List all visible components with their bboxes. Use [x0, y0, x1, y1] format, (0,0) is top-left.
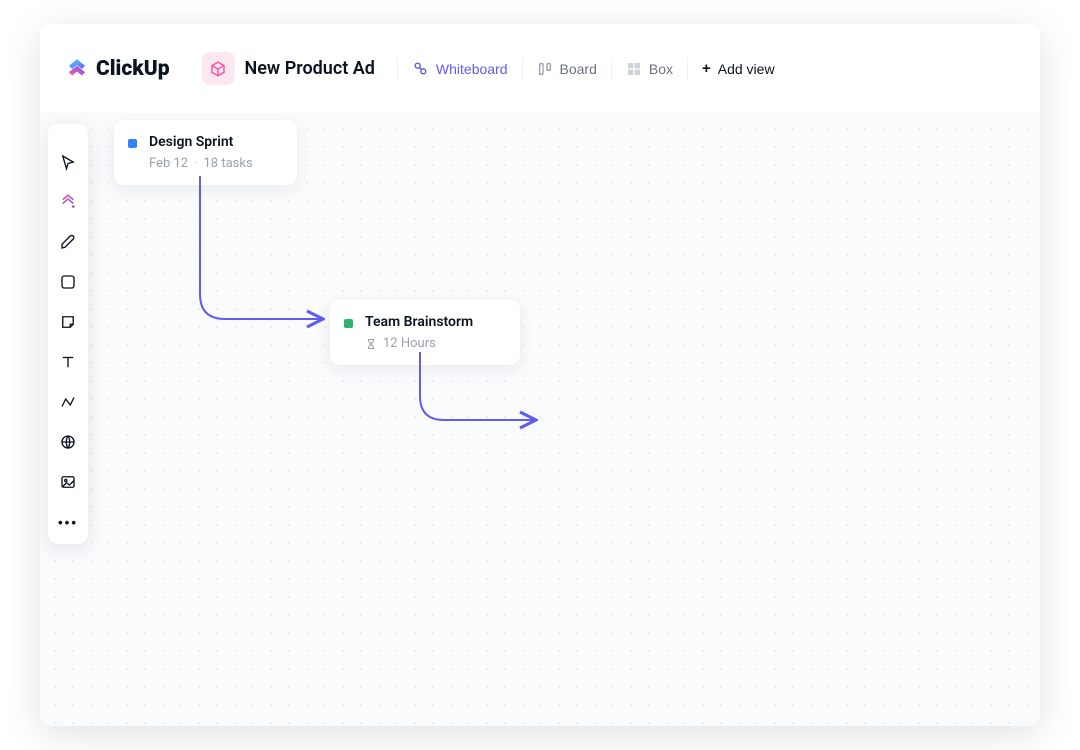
pen-icon: [59, 233, 77, 251]
connectors-layer: [40, 114, 1040, 726]
add-view-button[interactable]: + Add view: [696, 56, 781, 81]
box-icon: [626, 61, 642, 77]
note-tool[interactable]: [56, 310, 80, 334]
status-dot: [344, 319, 353, 328]
card-team-brainstorm[interactable]: Team Brainstorm 12 Hours: [330, 300, 520, 365]
header: ClickUp New Product Ad Whiteboard: [40, 24, 1040, 114]
tab-box[interactable]: Box: [620, 57, 679, 81]
clickup-add-icon: [59, 193, 77, 211]
tab-label: Whiteboard: [436, 61, 508, 77]
divider: [687, 58, 688, 80]
plus-icon: +: [702, 60, 711, 77]
text-icon: [59, 353, 77, 371]
divider: [397, 58, 398, 80]
card-design-sprint[interactable]: Design Sprint Feb 12 · 18 tasks: [114, 120, 297, 185]
divider: [522, 58, 523, 80]
card-title: Design Sprint: [149, 134, 253, 150]
web-tool[interactable]: [56, 430, 80, 454]
connector-1: [200, 176, 321, 319]
clickup-add-tool[interactable]: [56, 190, 80, 214]
card-title: Team Brainstorm: [365, 314, 473, 330]
status-dot: [128, 139, 137, 148]
connector-tool[interactable]: [56, 390, 80, 414]
more-tool[interactable]: •••: [56, 510, 80, 534]
tool-palette: •••: [48, 124, 88, 544]
tab-board[interactable]: Board: [531, 57, 603, 81]
globe-icon: [59, 433, 77, 451]
whiteboard-canvas[interactable]: Design Sprint Feb 12 · 18 tasks Team Bra…: [40, 114, 1040, 726]
more-icon: •••: [58, 515, 78, 530]
logo[interactable]: ClickUp: [64, 56, 170, 82]
image-icon: [59, 473, 77, 491]
board-icon: [537, 61, 553, 77]
logo-wordmark: ClickUp: [96, 57, 170, 81]
view-tabs: Whiteboard Board Box: [389, 56, 781, 81]
divider: [611, 58, 612, 80]
pen-tool[interactable]: [56, 230, 80, 254]
square-icon: [59, 273, 77, 291]
clickup-logo-icon: [64, 56, 90, 82]
page-title: New Product Ad: [245, 58, 375, 79]
card-tasks: 18 tasks: [204, 156, 253, 171]
whiteboard-icon: [412, 60, 429, 77]
shape-tool[interactable]: [56, 270, 80, 294]
tab-label: Board: [560, 61, 597, 77]
cube-icon: [209, 60, 227, 78]
connector-icon: [59, 393, 77, 411]
pointer-tool[interactable]: [56, 150, 80, 174]
card-subtitle: Feb 12 · 18 tasks: [149, 156, 253, 171]
hourglass-icon: [365, 338, 377, 350]
dot-separator: ·: [194, 156, 197, 171]
pointer-icon: [59, 153, 77, 171]
text-tool[interactable]: [56, 350, 80, 374]
card-duration: 12 Hours: [383, 336, 436, 351]
card-date: Feb 12: [149, 156, 188, 171]
tab-whiteboard[interactable]: Whiteboard: [406, 56, 514, 81]
app-frame: ClickUp New Product Ad Whiteboard: [40, 24, 1040, 726]
add-view-label: Add view: [718, 61, 775, 77]
sticky-note-icon: [59, 313, 77, 331]
image-tool[interactable]: [56, 470, 80, 494]
card-subtitle: 12 Hours: [365, 336, 473, 351]
tab-label: Box: [649, 61, 673, 77]
page-title-region: New Product Ad: [202, 52, 375, 85]
page-icon: [202, 52, 235, 85]
